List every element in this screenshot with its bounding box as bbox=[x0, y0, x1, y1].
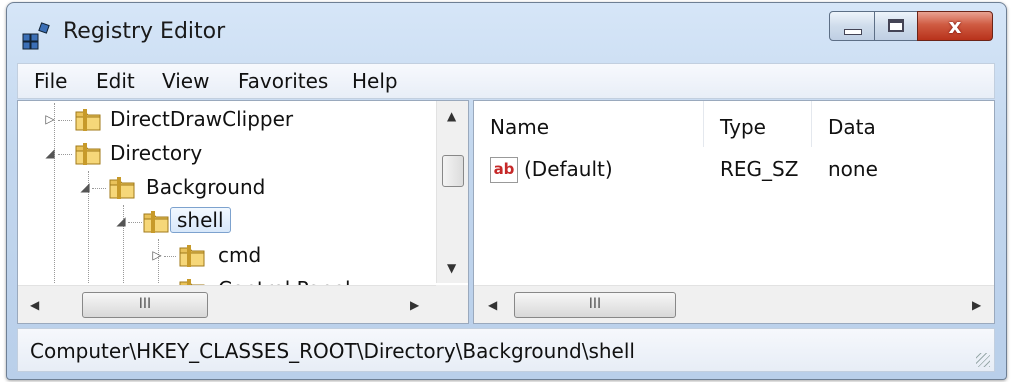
tree-guide-line bbox=[58, 154, 72, 155]
tree-item-directdrawclipper[interactable]: ▷ DirectDrawClipper bbox=[18, 105, 428, 135]
folder-icon bbox=[179, 279, 205, 285]
value-data: none bbox=[828, 157, 878, 181]
tree-item-cmd[interactable]: ▷ cmd bbox=[18, 241, 428, 271]
scroll-right-arrow-icon[interactable]: ▶ bbox=[410, 298, 419, 312]
tree-item-label: DirectDrawClipper bbox=[110, 107, 294, 131]
column-header-data[interactable]: Data bbox=[812, 101, 994, 147]
collapse-arrow-icon[interactable]: ◢ bbox=[78, 180, 92, 194]
tree-horizontal-scroll-thumb[interactable]: III bbox=[82, 292, 208, 318]
minimize-icon bbox=[844, 29, 862, 35]
values-list-pane[interactable]: Name Type Data ab (Default) REG_SZ none … bbox=[473, 100, 995, 324]
tree-item-label: Control Panel bbox=[218, 277, 351, 285]
menu-help[interactable]: Help bbox=[352, 69, 398, 93]
registry-editor-app-icon bbox=[22, 22, 50, 50]
menu-file[interactable]: File bbox=[34, 69, 67, 93]
maximize-icon bbox=[888, 19, 904, 32]
list-horizontal-scrollbar[interactable]: ◀ III ▶ bbox=[474, 285, 994, 323]
folder-icon bbox=[75, 143, 101, 165]
menu-edit[interactable]: Edit bbox=[96, 69, 135, 93]
tree-item-directory[interactable]: ◢ Directory bbox=[18, 139, 428, 169]
maximize-button[interactable] bbox=[874, 11, 918, 41]
expand-arrow-icon[interactable]: ▷ bbox=[43, 112, 57, 126]
scroll-left-arrow-icon[interactable]: ◀ bbox=[30, 298, 39, 312]
folder-icon bbox=[109, 177, 135, 199]
menu-view[interactable]: View bbox=[162, 69, 209, 93]
list-horizontal-scroll-thumb[interactable]: III bbox=[514, 292, 676, 318]
tree-item-control-panel[interactable]: Control Panel bbox=[18, 275, 428, 285]
key-tree-pane[interactable]: ▷ DirectDrawClipper ◢ Directory ◢ Backgr… bbox=[17, 100, 469, 324]
tree-horizontal-scrollbar[interactable]: ◀ III ▶ bbox=[18, 285, 436, 323]
tree-item-label: cmd bbox=[218, 243, 262, 267]
tree-item-label-selected: shell bbox=[170, 207, 231, 233]
scroll-down-arrow-icon[interactable]: ▼ bbox=[447, 261, 456, 275]
menu-favorites[interactable]: Favorites bbox=[238, 69, 328, 93]
scroll-left-arrow-icon[interactable]: ◀ bbox=[488, 298, 497, 312]
tree-guide-line bbox=[92, 188, 106, 189]
window-title: Registry Editor bbox=[63, 19, 226, 44]
tree-vertical-scroll-thumb[interactable] bbox=[442, 155, 464, 187]
tree-guide-line bbox=[128, 222, 142, 223]
resize-grip-icon[interactable] bbox=[976, 353, 990, 367]
tree-vertical-scrollbar[interactable]: ▲ ▼ bbox=[436, 101, 468, 283]
column-header-type[interactable]: Type bbox=[704, 101, 812, 147]
status-bar: Computer\HKEY_CLASSES_ROOT\Directory\Bac… bbox=[17, 328, 995, 372]
value-name: (Default) bbox=[524, 157, 613, 181]
current-key-path: Computer\HKEY_CLASSES_ROOT\Directory\Bac… bbox=[30, 339, 635, 363]
scrollbar-corner bbox=[436, 285, 468, 323]
scroll-up-arrow-icon[interactable]: ▲ bbox=[447, 109, 456, 123]
scroll-right-arrow-icon[interactable]: ▶ bbox=[972, 298, 981, 312]
folder-icon bbox=[179, 245, 205, 267]
collapse-arrow-icon[interactable]: ◢ bbox=[43, 146, 57, 160]
folder-icon bbox=[75, 109, 101, 131]
column-header-name[interactable]: Name bbox=[474, 101, 704, 147]
value-type: REG_SZ bbox=[720, 157, 799, 181]
tree-item-background[interactable]: ◢ Background bbox=[18, 173, 428, 203]
expand-arrow-icon[interactable]: ▷ bbox=[150, 248, 164, 262]
tree-item-label: Background bbox=[146, 175, 266, 199]
title-bar[interactable]: Registry Editor x bbox=[7, 3, 1006, 59]
tree-item-shell[interactable]: ◢ shell bbox=[18, 207, 428, 237]
close-button[interactable]: x bbox=[917, 11, 993, 41]
menu-bar: File Edit View Favorites Help bbox=[17, 63, 995, 99]
collapse-arrow-icon[interactable]: ◢ bbox=[114, 214, 128, 228]
value-row[interactable]: ab (Default) REG_SZ none bbox=[474, 153, 994, 187]
tree-guide-line bbox=[164, 256, 176, 257]
tree-guide-line bbox=[58, 120, 72, 121]
string-value-icon: ab bbox=[490, 157, 518, 183]
registry-editor-window: Registry Editor x File Edit View Favorit… bbox=[6, 2, 1007, 380]
close-icon: x bbox=[948, 14, 962, 38]
folder-icon bbox=[143, 211, 169, 233]
minimize-button[interactable] bbox=[829, 11, 875, 41]
tree-item-label: Directory bbox=[110, 141, 203, 165]
